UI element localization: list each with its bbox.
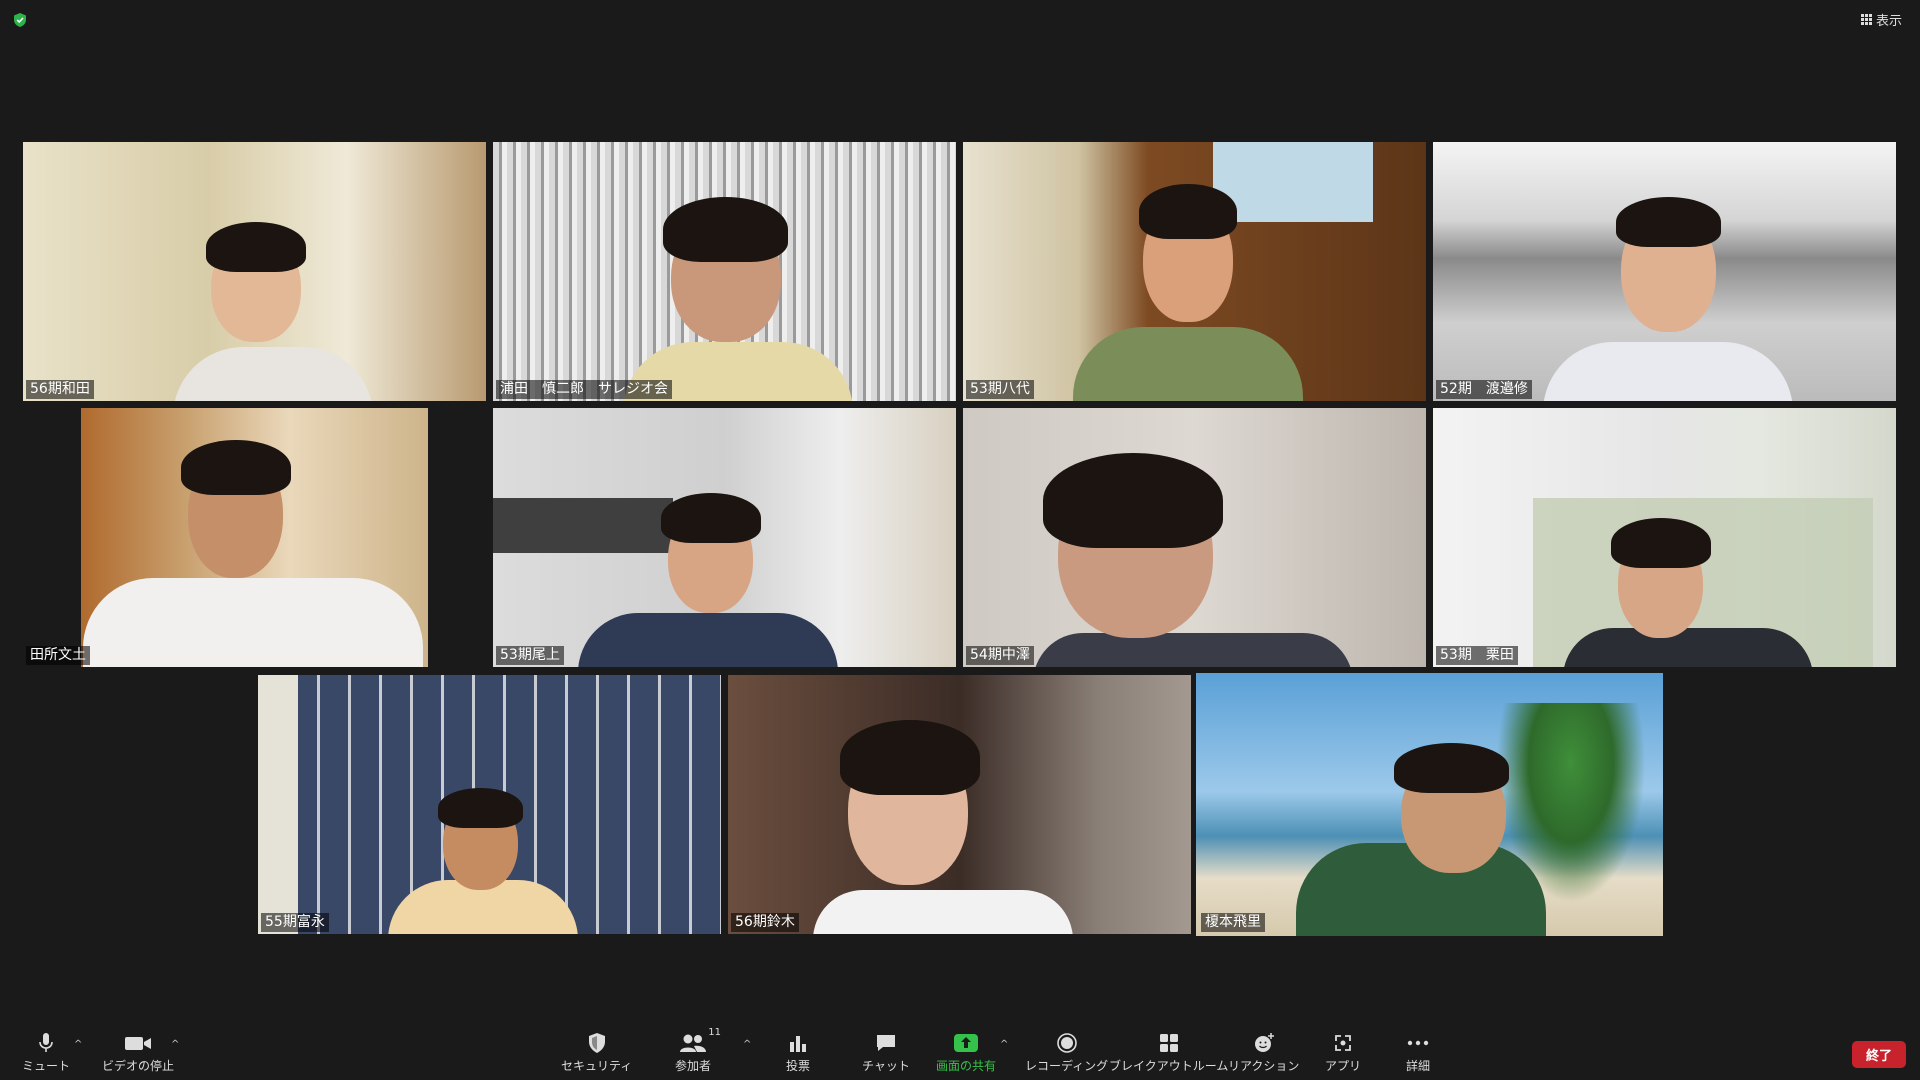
share-screen-arrow-icon <box>954 1034 978 1052</box>
more-label: 詳細 <box>1406 1059 1431 1073</box>
stop-video-label: ビデオの停止 <box>102 1059 175 1073</box>
video-tile-5[interactable]: 田所文土 <box>23 408 486 667</box>
video-options-chevron-up-icon[interactable]: ^ <box>171 1039 179 1050</box>
view-button[interactable]: 表示 <box>1860 10 1902 29</box>
participant-name: 56期和田 <box>26 380 94 399</box>
participant-name: 53期尾上 <box>496 646 564 665</box>
grid-view-icon <box>1860 14 1872 25</box>
view-label: 表示 <box>1875 14 1902 29</box>
top-bar: 表示 <box>0 0 1920 40</box>
share-options-chevron-up-icon[interactable]: ^ <box>1000 1039 1008 1050</box>
microphone-icon <box>39 1033 53 1052</box>
polls-label: 投票 <box>786 1059 811 1073</box>
security-button[interactable]: セキュリティ <box>561 1031 632 1074</box>
video-tile-7[interactable]: 54期中澤 <box>963 408 1426 667</box>
bunk-bed <box>493 498 673 553</box>
participants-label: 参加者 <box>675 1059 712 1073</box>
video-camera-icon <box>125 1037 151 1050</box>
participant-name: 55期富永 <box>261 913 329 932</box>
mute-label: ミュート <box>22 1059 71 1073</box>
participant-name: 56期鈴木 <box>731 913 799 932</box>
video-tile-10[interactable]: 56期鈴木 <box>728 675 1191 934</box>
video-tile-8[interactable]: 53期 栗田 <box>1433 408 1896 667</box>
bar-chart-icon <box>790 1036 806 1052</box>
shield-icon <box>588 1033 605 1053</box>
chat-button[interactable]: チャット <box>862 1031 910 1074</box>
video-tile-6[interactable]: 53期尾上 <box>493 408 956 667</box>
share-screen-label: 画面の共有 <box>936 1059 997 1073</box>
security-label: セキュリティ <box>561 1059 633 1073</box>
chat-label: チャット <box>862 1059 910 1073</box>
video-tile-2[interactable]: 浦田 慎二郎 サレジオ会 <box>493 142 956 401</box>
participant-name: 浦田 慎二郎 サレジオ会 <box>496 380 672 399</box>
polls-button[interactable]: 投票 <box>786 1031 810 1074</box>
video-tile-4[interactable]: 52期 渡邉修 <box>1433 142 1896 401</box>
apps-icon <box>1335 1035 1351 1051</box>
breakout-rooms-label: ブレイクアウトルーム <box>1109 1059 1229 1073</box>
participants-button[interactable]: 11 参加者 <box>675 1027 721 1074</box>
reactions-label: リアクション <box>1228 1059 1300 1073</box>
video-tile-3[interactable]: 53期八代 <box>963 142 1426 401</box>
participant-name: 田所文土 <box>26 646 90 665</box>
end-meeting-button[interactable]: 終了 <box>1851 1041 1906 1068</box>
smiley-plus-icon <box>1254 1033 1274 1052</box>
participants-icon <box>680 1034 706 1052</box>
more-button[interactable]: 詳細 <box>1406 1031 1430 1074</box>
audio-options-chevron-up-icon[interactable]: ^ <box>74 1039 82 1050</box>
participant-name: 榎本飛里 <box>1201 913 1265 932</box>
participant-name: 54期中澤 <box>966 646 1034 665</box>
chat-bubble-icon <box>876 1035 895 1051</box>
participant-name: 52期 渡邉修 <box>1436 380 1532 399</box>
stop-video-button[interactable]: ビデオの停止 <box>102 1031 174 1074</box>
wall <box>258 675 298 934</box>
apps-button[interactable]: アプリ <box>1325 1031 1361 1074</box>
participants-count-badge: 11 <box>708 1027 721 1038</box>
record-icon <box>1056 1033 1077 1053</box>
participants-options-chevron-up-icon[interactable]: ^ <box>743 1039 751 1050</box>
mute-button[interactable]: ミュート <box>22 1031 70 1074</box>
participant-name: 53期八代 <box>966 380 1034 399</box>
video-tile-11-active-speaker[interactable]: 榎本飛里 <box>1196 673 1663 936</box>
record-button[interactable]: レコーディング <box>1025 1031 1108 1074</box>
apps-label: アプリ <box>1325 1059 1362 1073</box>
video-tile-1[interactable]: 56期和田 <box>23 142 486 401</box>
participant-name: 53期 栗田 <box>1436 646 1518 665</box>
wall-map <box>1213 142 1373 222</box>
security-shield-icon[interactable] <box>12 12 28 28</box>
reactions-button[interactable]: リアクション <box>1228 1031 1299 1074</box>
more-dots-icon <box>1407 1040 1429 1046</box>
meeting-toolbar: ミュート ^ ビデオの停止 ^ セキュリティ 11 参加者 ^ 投票 チャット … <box>0 1020 1920 1080</box>
breakout-rooms-grid-icon <box>1159 1034 1178 1052</box>
record-label: レコーディング <box>1025 1059 1109 1073</box>
share-screen-button[interactable]: 画面の共有 <box>936 1031 996 1074</box>
video-tile-9[interactable]: 55期富永 <box>258 675 721 934</box>
breakout-rooms-button[interactable]: ブレイクアウトルーム <box>1109 1031 1228 1074</box>
